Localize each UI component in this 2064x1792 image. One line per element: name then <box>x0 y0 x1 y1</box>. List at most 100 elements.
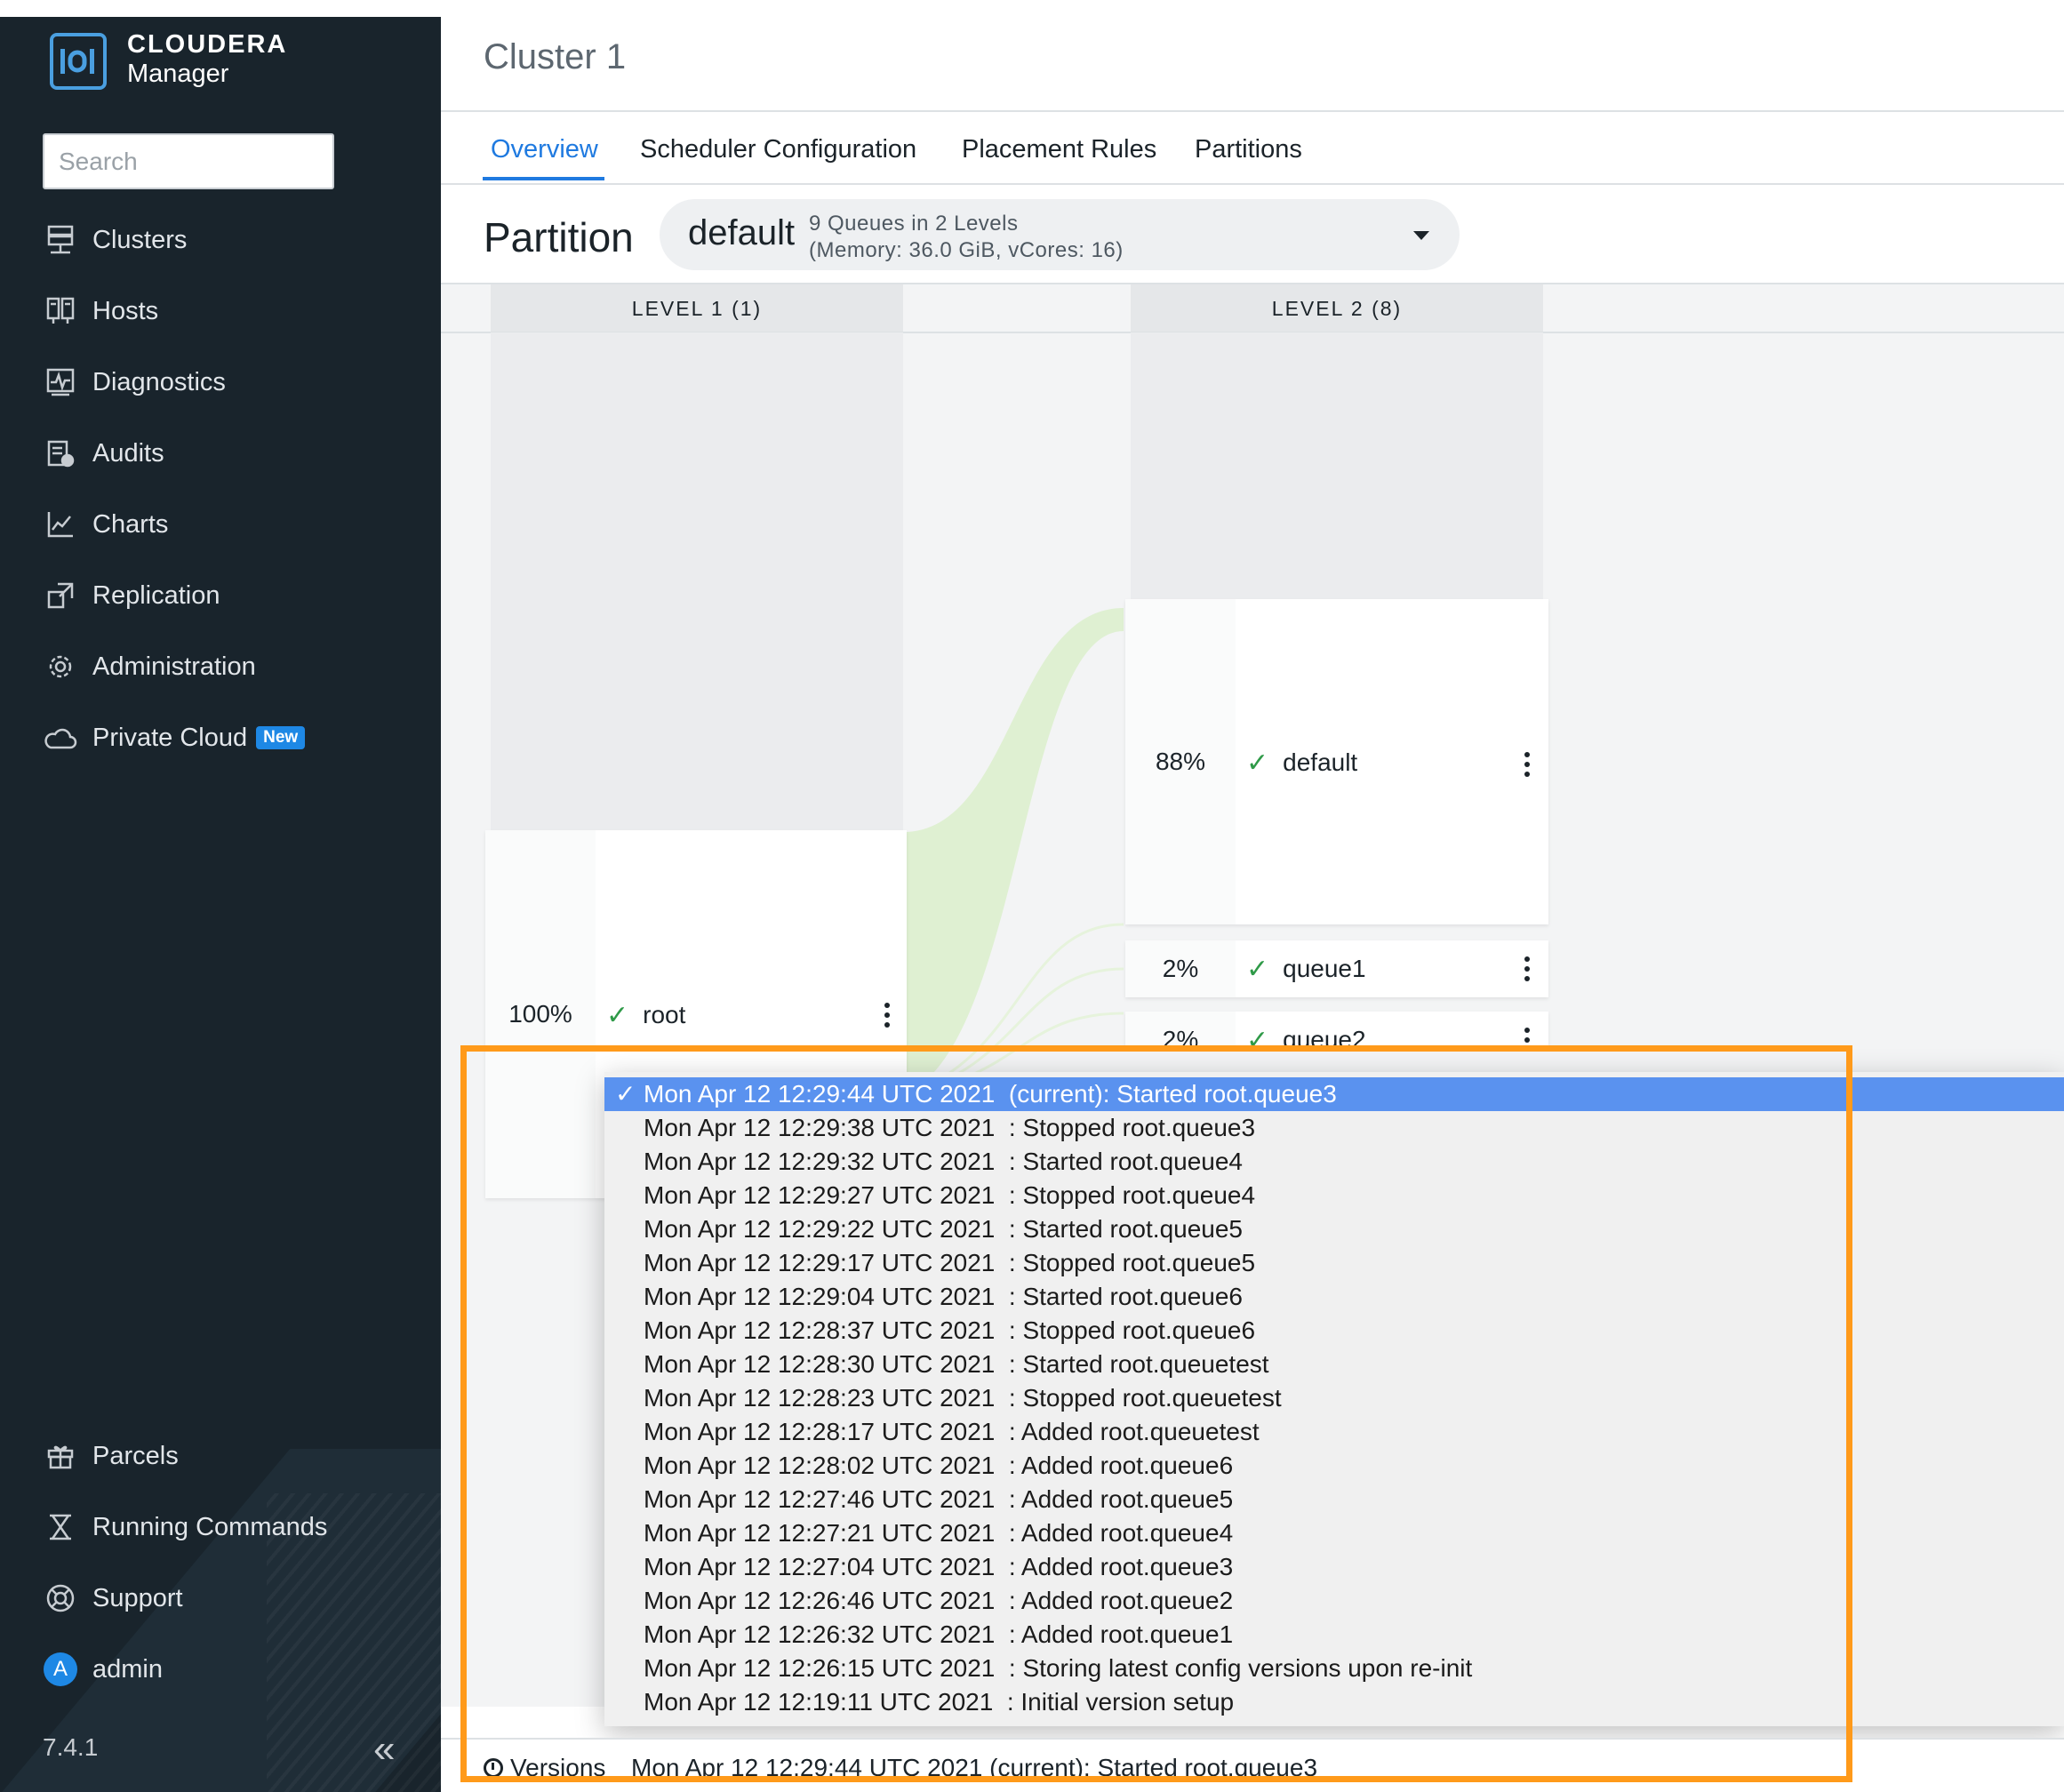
nav-label: Administration <box>92 652 256 681</box>
version-option[interactable]: Mon Apr 12 12:29:38 UTC 2021 : Stopped r… <box>604 1111 2064 1145</box>
version-option[interactable]: Mon Apr 12 12:28:02 UTC 2021 : Added roo… <box>604 1449 2064 1483</box>
version-option-label: Mon Apr 12 12:26:15 UTC 2021 : Storing l… <box>644 1654 1473 1682</box>
nav-item-admin-user[interactable]: A admin <box>43 1643 163 1696</box>
caret-down-icon <box>1413 231 1429 240</box>
avatar: A <box>44 1652 77 1686</box>
queue-connector-flows <box>907 608 1124 1093</box>
divider <box>441 110 2064 112</box>
partition-queue-summary: 9 Queues in 2 Levels <box>809 212 1019 236</box>
version-option[interactable]: Mon Apr 12 12:27:46 UTC 2021 : Added roo… <box>604 1483 2064 1516</box>
versions-bar: Versions Mon Apr 12 12:29:44 UTC 2021 (c… <box>441 1738 2064 1792</box>
version-option[interactable]: Mon Apr 12 12:28:37 UTC 2021 : Stopped r… <box>604 1314 2064 1348</box>
nav-item-hosts[interactable]: Hosts <box>43 284 158 338</box>
flow-default <box>907 608 1124 1093</box>
partition-select[interactable]: default 9 Queues in 2 Levels (Memory: 36… <box>660 199 1460 270</box>
nav-item-parcels[interactable]: Parcels <box>43 1429 179 1483</box>
version-option-label: Mon Apr 12 12:28:17 UTC 2021 : Added roo… <box>644 1418 1260 1445</box>
versions-select[interactable]: Mon Apr 12 12:29:44 UTC 2021 (current): … <box>631 1754 1317 1782</box>
nav-item-support[interactable]: Support <box>43 1572 183 1625</box>
nav-item-charts[interactable]: Charts <box>43 498 168 551</box>
version-option-label: Mon Apr 12 12:28:02 UTC 2021 : Added roo… <box>644 1452 1234 1479</box>
tab-partitions[interactable]: Partitions <box>1195 135 1302 164</box>
partition-label: Partition <box>484 214 634 260</box>
partition-resource-summary: (Memory: 36.0 GiB, vCores: 16) <box>809 238 1124 262</box>
kebab-menu-icon[interactable] <box>878 1003 896 1028</box>
check-icon: ✓ <box>1246 748 1269 778</box>
app-version: 7.4.1 <box>43 1733 99 1761</box>
version-option[interactable]: Mon Apr 12 12:29:27 UTC 2021 : Stopped r… <box>604 1179 2064 1212</box>
version-option-label: Mon Apr 12 12:29:44 UTC 2021 (current): … <box>644 1080 1337 1108</box>
version-option[interactable]: Mon Apr 12 12:29:22 UTC 2021 : Started r… <box>604 1212 2064 1246</box>
kebab-menu-icon[interactable] <box>1518 752 1536 777</box>
nav-label: Audits <box>92 438 164 468</box>
brand-name[interactable]: CLOUDERA Manager <box>127 30 287 89</box>
queue-name-label: queue1 <box>1283 955 1366 982</box>
check-icon: ✓ <box>606 1000 629 1030</box>
nav-item-running-commands[interactable]: Running Commands <box>43 1500 327 1554</box>
brand-line2: Manager <box>127 60 229 88</box>
version-option[interactable]: Mon Apr 12 12:29:04 UTC 2021 : Started r… <box>604 1280 2064 1314</box>
version-option-label: Mon Apr 12 12:29:17 UTC 2021 : Stopped r… <box>644 1249 1256 1276</box>
version-option[interactable]: Mon Apr 12 12:19:11 UTC 2021 : Initial v… <box>604 1685 2064 1719</box>
tab-scheduler-configuration[interactable]: Scheduler Configuration <box>640 135 916 164</box>
nav-item-diagnostics[interactable]: Diagnostics <box>43 356 226 409</box>
version-option-label: Mon Apr 12 12:29:27 UTC 2021 : Stopped r… <box>644 1181 1256 1209</box>
brand-line1: CLOUDERA <box>127 30 288 59</box>
gear-icon <box>43 649 78 684</box>
version-option[interactable]: Mon Apr 12 12:27:04 UTC 2021 : Added roo… <box>604 1550 2064 1584</box>
collapse-sidebar-icon[interactable]: « <box>373 1730 395 1769</box>
version-option[interactable]: Mon Apr 12 12:28:23 UTC 2021 : Stopped r… <box>604 1381 2064 1415</box>
version-option[interactable]: Mon Apr 12 12:28:30 UTC 2021 : Started r… <box>604 1348 2064 1381</box>
version-option-label: Mon Apr 12 12:27:04 UTC 2021 : Added roo… <box>644 1553 1234 1580</box>
nav-item-administration[interactable]: Administration <box>43 640 256 693</box>
new-badge: New <box>256 726 306 749</box>
level-1-header: LEVEL 1 (1) <box>491 284 903 332</box>
clusters-icon <box>43 222 78 258</box>
nav-item-clusters[interactable]: Clusters <box>43 213 187 267</box>
version-option[interactable]: Mon Apr 12 12:26:15 UTC 2021 : Storing l… <box>604 1652 2064 1685</box>
kebab-menu-icon[interactable] <box>1518 956 1536 981</box>
nav-label: admin <box>92 1654 163 1684</box>
queue-card-queue1[interactable]: 2% ✓ queue1 <box>1125 940 1548 997</box>
charts-icon <box>43 507 78 542</box>
tab-placement-rules[interactable]: Placement Rules <box>962 135 1156 164</box>
version-option[interactable]: Mon Apr 12 12:26:46 UTC 2021 : Added roo… <box>604 1584 2064 1618</box>
version-option[interactable]: Mon Apr 12 12:29:17 UTC 2021 : Stopped r… <box>604 1246 2064 1280</box>
version-option-label: Mon Apr 12 12:19:11 UTC 2021 : Initial v… <box>644 1688 1235 1716</box>
queue-name: ✓ queue1 <box>1246 949 1366 988</box>
queue-name-label: default <box>1283 748 1358 776</box>
nav-label: Private Cloud <box>92 723 248 752</box>
queue-card-default[interactable]: 88% ✓ default <box>1125 599 1548 924</box>
versions-option-list: ✓ Mon Apr 12 12:29:44 UTC 2021 (current):… <box>604 1077 2064 1719</box>
version-option-label: Mon Apr 12 12:29:04 UTC 2021 : Started r… <box>644 1283 1243 1310</box>
avatar-wrapper: A <box>43 1652 78 1687</box>
diagnostics-icon <box>43 364 78 400</box>
gift-icon <box>43 1438 78 1474</box>
version-option[interactable]: Mon Apr 12 12:29:32 UTC 2021 : Started r… <box>604 1145 2064 1179</box>
version-option[interactable]: ✓ Mon Apr 12 12:29:44 UTC 2021 (current):… <box>604 1077 2064 1111</box>
checkmark-icon: ✓ <box>615 1080 636 1108</box>
hosts-icon <box>43 293 78 329</box>
nav-label: Support <box>92 1583 183 1612</box>
version-option-label: Mon Apr 12 12:28:30 UTC 2021 : Started r… <box>644 1350 1269 1378</box>
version-option-label: Mon Apr 12 12:29:38 UTC 2021 : Stopped r… <box>644 1114 1256 1141</box>
search-input[interactable] <box>43 133 334 189</box>
version-option[interactable]: Mon Apr 12 12:27:21 UTC 2021 : Added roo… <box>604 1516 2064 1550</box>
version-option-label: Mon Apr 12 12:27:21 UTC 2021 : Added roo… <box>644 1519 1234 1547</box>
tab-overview[interactable]: Overview <box>491 135 598 164</box>
version-option[interactable]: Mon Apr 12 12:26:32 UTC 2021 : Added roo… <box>604 1618 2064 1652</box>
level-1-column-empty <box>491 332 903 830</box>
nav-item-private-cloud[interactable]: Private Cloud New <box>43 711 306 764</box>
nav-label: Hosts <box>92 296 159 325</box>
nav-item-audits[interactable]: Audits <box>43 427 164 480</box>
nav-label: Parcels <box>92 1441 179 1470</box>
version-option-label: Mon Apr 12 12:28:23 UTC 2021 : Stopped r… <box>644 1384 1282 1412</box>
version-option-label: Mon Apr 12 12:27:46 UTC 2021 : Added roo… <box>644 1485 1234 1513</box>
version-option[interactable]: Mon Apr 12 12:28:17 UTC 2021 : Added roo… <box>604 1415 2064 1449</box>
partition-selected-value: default <box>688 213 796 252</box>
versions-label: Versions <box>484 1754 605 1782</box>
level-2-column-empty <box>1131 332 1543 599</box>
active-tab-indicator <box>483 177 604 180</box>
cloudera-logo-icon[interactable] <box>50 33 107 90</box>
nav-item-replication[interactable]: Replication <box>43 569 220 622</box>
